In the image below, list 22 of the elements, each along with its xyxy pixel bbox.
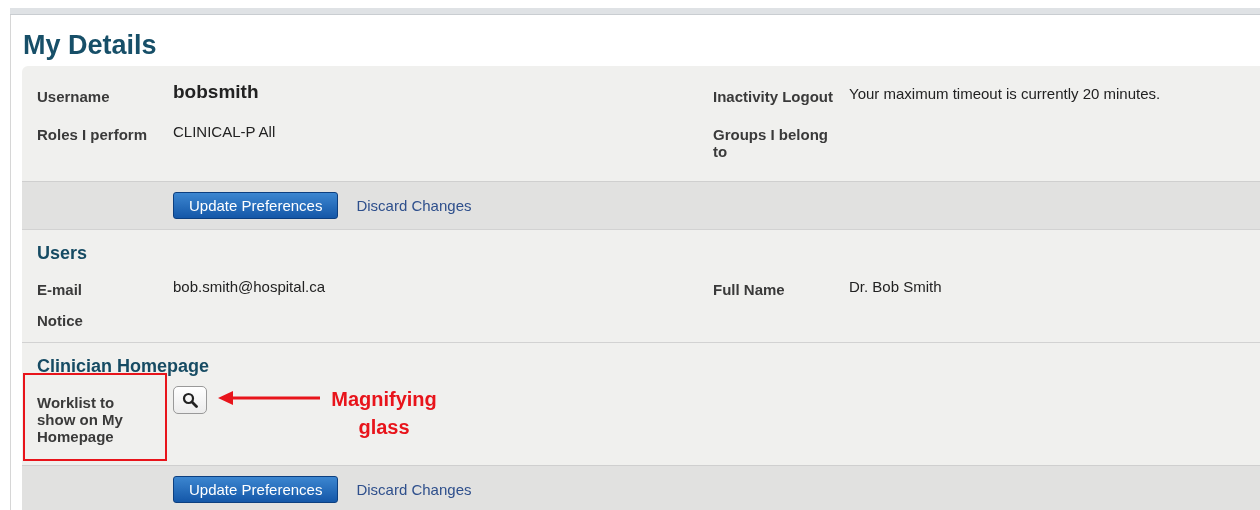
field-label: Worklist to show on My Homepage bbox=[23, 373, 167, 461]
field-label: Inactivity Logout bbox=[713, 87, 834, 105]
field-value: bob.smith@hospital.ca bbox=[173, 277, 326, 296]
field-value: bobsmith bbox=[173, 82, 260, 101]
field-label: E-mail bbox=[37, 280, 83, 298]
field-value: CLINICAL-P All bbox=[173, 122, 277, 141]
search-icon bbox=[182, 392, 198, 408]
field-label: Notice bbox=[37, 311, 84, 329]
field-label: Full Name bbox=[713, 280, 786, 298]
field-value: Your maximum timeout is currently 20 minutes. bbox=[849, 84, 1162, 103]
search-button[interactable] bbox=[173, 386, 207, 414]
update-preferences-button[interactable]: Update Preferences bbox=[173, 476, 339, 503]
section-heading: Users bbox=[37, 242, 89, 265]
field-label: Groups I belong to bbox=[713, 125, 829, 160]
field-value: Dr. Bob Smith bbox=[849, 277, 943, 296]
field-label: Roles I perform bbox=[37, 125, 149, 143]
annotation-label: Magnifying glass bbox=[330, 387, 438, 440]
discard-changes-link[interactable]: Discard Changes bbox=[356, 197, 472, 214]
discard-changes-link[interactable]: Discard Changes bbox=[356, 481, 472, 498]
update-preferences-button[interactable]: Update Preferences bbox=[173, 192, 339, 219]
field-label: Username bbox=[37, 87, 111, 105]
page-title: My Details bbox=[23, 29, 158, 62]
